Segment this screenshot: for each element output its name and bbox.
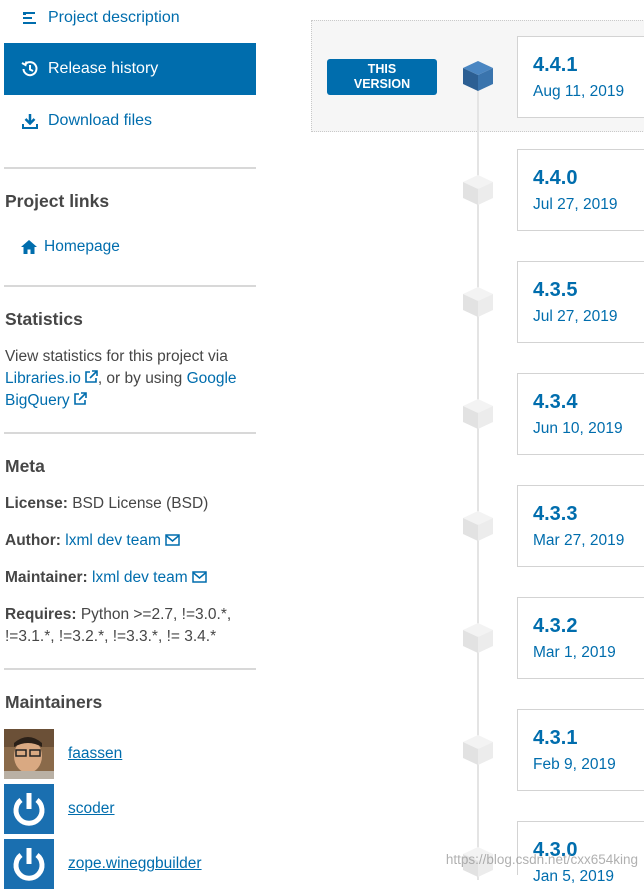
meta-author: Author: lxml dev team — [5, 530, 180, 552]
envelope-icon — [191, 571, 207, 583]
maintainer-link[interactable]: scoder — [68, 800, 115, 818]
release-date: Aug 11, 2019 — [533, 83, 625, 100]
release-card[interactable]: 4.4.0 Jul 27, 2019 — [517, 149, 644, 231]
package-icon — [463, 735, 493, 765]
package-icon — [463, 175, 493, 205]
divider — [4, 167, 256, 169]
release-date: Mar 27, 2019 — [533, 532, 625, 549]
avatar — [4, 839, 54, 889]
external-link-icon — [85, 370, 98, 383]
release-version: 4.3.1 — [533, 727, 578, 749]
release-version: 4.3.3 — [533, 503, 578, 525]
release-version: 4.4.0 — [533, 167, 578, 189]
author-email-link[interactable]: lxml dev team — [65, 532, 161, 549]
avatar — [4, 784, 54, 834]
release-date: Mar 1, 2019 — [533, 644, 616, 661]
meta-requires: Requires: Python >=2.7, !=3.0.*, !=3.1.*… — [5, 604, 257, 648]
release-card[interactable]: 4.3.2 Mar 1, 2019 — [517, 597, 644, 679]
statistics-text-middle: , or by using — [97, 370, 183, 387]
maintainer-link[interactable]: faassen — [68, 745, 122, 763]
history-icon — [20, 59, 40, 79]
homepage-link[interactable]: Homepage — [20, 236, 120, 258]
statistics-text-before: View statistics for this project via — [5, 348, 228, 365]
homepage-label: Homepage — [44, 238, 120, 255]
meta-license: License: BSD License (BSD) — [5, 493, 208, 515]
license-value: BSD License (BSD) — [72, 495, 209, 512]
meta-heading: Meta — [5, 456, 45, 476]
release-card[interactable]: 4.3.5 Jul 27, 2019 — [517, 261, 644, 343]
release-version: 4.3.4 — [533, 391, 578, 413]
release-date: Jan 5, 2019 — [533, 868, 615, 885]
home-icon — [21, 240, 37, 254]
release-date: Jul 27, 2019 — [533, 196, 618, 213]
nav-release-history[interactable]: Release history — [4, 43, 256, 95]
release-card[interactable]: 4.4.1 Aug 11, 2019 — [517, 36, 644, 118]
maintainer-row: zope.wineggbuilder — [4, 839, 202, 889]
release-version: 4.3.5 — [533, 279, 578, 301]
statistics-heading: Statistics — [5, 309, 83, 329]
package-icon — [463, 399, 493, 429]
external-link-icon — [73, 392, 87, 405]
release-version: 4.3.2 — [533, 615, 578, 637]
maintainer-row: faassen — [4, 729, 122, 779]
maintainer-label: Maintainer: — [5, 569, 88, 586]
maintainer-email-link[interactable]: lxml dev team — [92, 569, 188, 586]
maintainer-row: scoder — [4, 784, 115, 834]
release-date: Jun 10, 2019 — [533, 420, 623, 437]
divider — [4, 668, 256, 670]
nav-project-description[interactable]: Project description — [4, 0, 256, 44]
envelope-icon — [165, 534, 180, 546]
project-links-heading: Project links — [5, 191, 110, 211]
google-bigquery-link-part2[interactable]: BigQuery — [5, 392, 70, 409]
nav-download-files[interactable]: Download files — [4, 95, 256, 147]
divider — [4, 285, 256, 287]
maintainers-heading: Maintainers — [5, 692, 103, 712]
release-card[interactable]: 4.3.3 Mar 27, 2019 — [517, 485, 644, 567]
release-card[interactable]: 4.3.1 Feb 9, 2019 — [517, 709, 644, 791]
nav-label: Project description — [48, 9, 180, 26]
package-icon — [463, 511, 493, 541]
align-left-icon — [20, 8, 40, 28]
release-date: Jul 27, 2019 — [533, 308, 618, 325]
libraries-io-link[interactable]: Libraries.io — [5, 370, 81, 387]
package-icon — [463, 287, 493, 317]
maintainer-link[interactable]: zope.wineggbuilder — [68, 855, 202, 873]
release-date: Feb 9, 2019 — [533, 756, 616, 773]
avatar — [4, 729, 54, 779]
nav-label: Download files — [48, 112, 153, 129]
requires-value-line1: Python >=2.7, !=3.0.*, — [80, 606, 232, 623]
nav-label: Release history — [48, 60, 159, 77]
download-icon — [20, 111, 40, 131]
package-icon — [463, 623, 493, 653]
this-version-badge: THIS VERSION — [327, 59, 437, 95]
release-card[interactable]: 4.3.4 Jun 10, 2019 — [517, 373, 644, 455]
google-bigquery-link-part1[interactable]: Google — [187, 370, 237, 387]
watermark: https://blog.csdn.net/cxx654king — [445, 852, 638, 867]
meta-maintainer: Maintainer: lxml dev team — [5, 567, 207, 589]
statistics-text: View statistics for this project via Lib… — [5, 346, 255, 412]
author-label: Author: — [5, 532, 61, 549]
package-icon — [463, 61, 493, 91]
requires-label: Requires: — [5, 606, 77, 623]
requires-value-line2: !=3.1.*, !=3.2.*, !=3.3.*, != 3.4.* — [5, 628, 217, 645]
badge-line1: THIS — [367, 62, 397, 76]
release-version: 4.4.1 — [533, 54, 578, 76]
divider — [4, 432, 256, 434]
badge-line2: VERSION — [353, 77, 411, 91]
license-label: License: — [5, 495, 68, 512]
